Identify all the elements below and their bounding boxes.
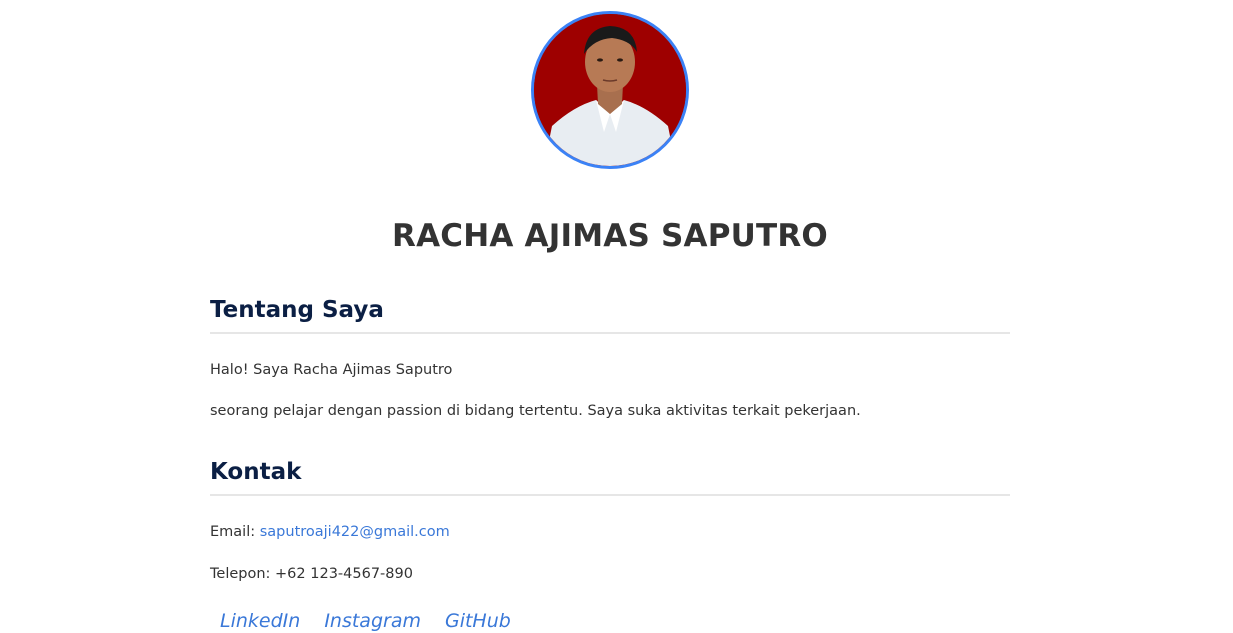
phone-number: +62 123-4567-890: [275, 566, 413, 582]
about-greeting: Halo! Saya Racha Ajimas Saputro: [210, 362, 453, 378]
instagram-link[interactable]: Instagram: [324, 610, 421, 632]
avatar: [531, 11, 689, 169]
about-section-title: Tentang Saya: [210, 297, 1010, 334]
profile-photo: [534, 14, 686, 166]
contact-email-row: Email: saputroaji422@gmail.com: [210, 524, 450, 540]
contact-phone-row: Telepon: +62 123-4567-890: [210, 566, 413, 582]
profile-name: RACHA AJIMAS SAPUTRO: [392, 218, 828, 254]
email-link[interactable]: saputroaji422@gmail.com: [260, 524, 450, 540]
phone-label: Telepon:: [210, 566, 276, 582]
about-description: seorang pelajar dengan passion di bidang…: [210, 403, 861, 419]
github-link[interactable]: GitHub: [445, 610, 511, 632]
profile-page: RACHA AJIMAS SAPUTRO Tentang Saya Halo! …: [0, 0, 1233, 633]
social-links: LinkedIn Instagram GitHub: [220, 610, 511, 632]
email-label: Email:: [210, 524, 260, 540]
contact-section-title: Kontak: [210, 459, 1010, 496]
linkedin-link[interactable]: LinkedIn: [220, 610, 300, 632]
